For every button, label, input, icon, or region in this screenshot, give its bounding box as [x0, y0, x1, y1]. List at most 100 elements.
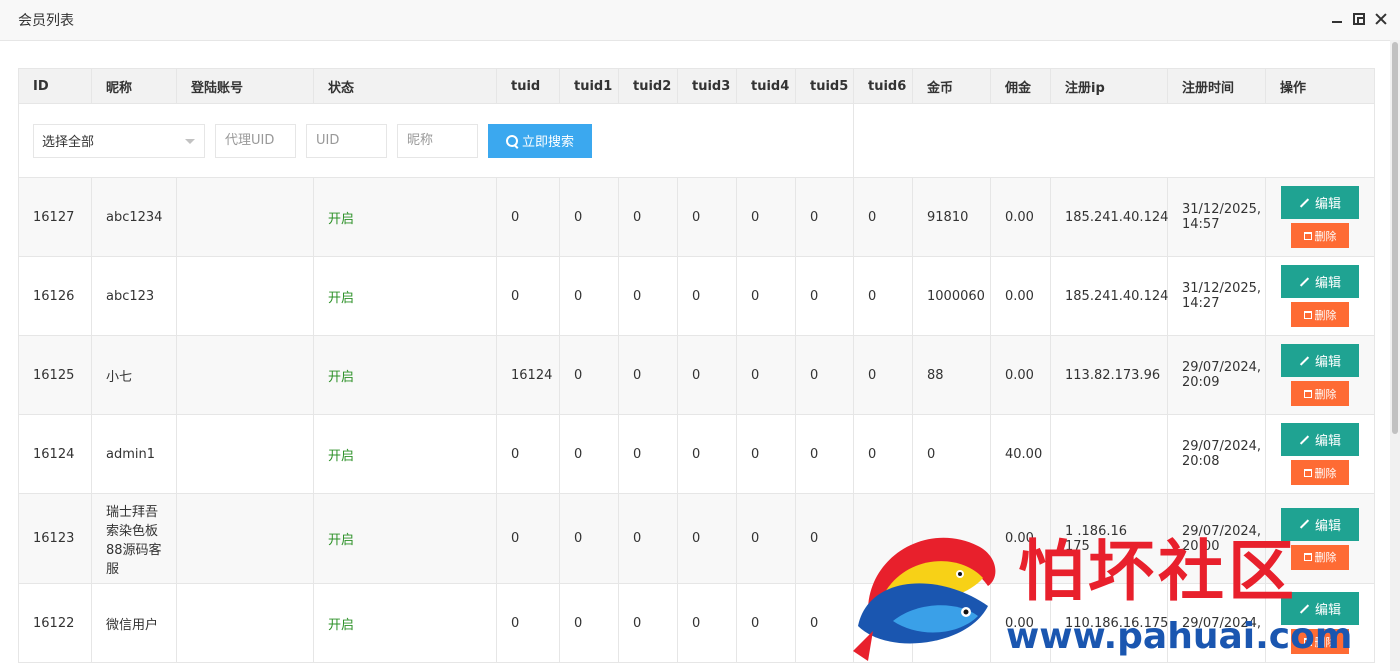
filter-select[interactable]: 选择全部	[33, 123, 205, 158]
pencil-icon	[1299, 519, 1310, 529]
edit-button[interactable]: 编辑	[1281, 592, 1359, 625]
cell-tuid1: 0	[559, 335, 619, 415]
cell-tuid6	[853, 583, 913, 663]
cell-commission: 0.00	[990, 335, 1051, 415]
cell-ip	[1050, 414, 1168, 494]
row-actions: 编辑 删除	[1280, 265, 1360, 327]
edit-button[interactable]: 编辑	[1281, 265, 1359, 298]
cell-account	[176, 493, 314, 584]
cell-tuid4: 0	[736, 177, 796, 257]
cell-coins: 0	[912, 414, 991, 494]
cell-id: 16126	[18, 256, 92, 336]
cell-tuid1: 0	[559, 414, 619, 494]
cell-tuid6: 0	[853, 256, 913, 336]
row-actions: 编辑 删除	[1280, 507, 1360, 570]
cell-tuid6: 0	[853, 177, 913, 257]
delete-button[interactable]: 删除	[1291, 223, 1349, 248]
cell-status: 开启	[313, 177, 497, 257]
edit-button[interactable]: 编辑	[1281, 344, 1359, 377]
cell-ip: 185.241.40.124	[1050, 177, 1168, 257]
edit-button-label: 编辑	[1314, 276, 1341, 291]
cell-tuid: 0	[496, 414, 560, 494]
cell-account	[176, 583, 314, 663]
col-header: tuid5	[795, 68, 854, 104]
delete-button[interactable]: 删除	[1291, 544, 1349, 570]
trash-icon	[1303, 468, 1312, 477]
cell-id: 16122	[18, 583, 92, 663]
window-title: 会员列表	[18, 13, 74, 29]
col-header: ID	[18, 68, 92, 104]
uid-input[interactable]	[306, 123, 387, 158]
cell-tuid1: 0	[559, 256, 619, 336]
pencil-icon	[1299, 355, 1310, 366]
cell-time: 31/12/2025, 14:57	[1167, 177, 1266, 257]
cell-status: 开启	[313, 256, 497, 336]
cell-tuid1: 0	[559, 583, 619, 663]
edit-button-label: 编辑	[1314, 434, 1341, 449]
table-row: 16124 admin1 开启 0 0 0 0 0 0 0 0 40.00 29/07/2024, 20…	[18, 414, 1375, 494]
cell-account	[176, 256, 314, 336]
cell-tuid4: 0	[736, 256, 796, 336]
delete-button-label: 删除	[1314, 229, 1337, 243]
table-row: 16126 abc123 开启 0 0 0 0 0 0 0 1000060 0.00 185.241.4…	[18, 256, 1375, 336]
trash-icon	[1303, 553, 1312, 561]
trash-icon	[1303, 637, 1312, 646]
edit-button[interactable]: 编辑	[1281, 507, 1359, 541]
trash-icon	[1303, 389, 1312, 398]
scrollbar-thumb[interactable]	[1392, 42, 1398, 434]
cell-coins	[912, 583, 991, 663]
title-bar: 会员列表	[0, 0, 1400, 41]
cell-ip: 1 .186.16 175	[1050, 493, 1168, 584]
cell-tuid5: 0	[795, 256, 854, 336]
cell-nickname: 小七	[91, 335, 177, 415]
cell-tuid: 16124	[496, 335, 560, 415]
cell-status: 开启	[313, 414, 497, 494]
cell-tuid5: 0	[795, 177, 854, 257]
cell-tuid5: 0	[795, 493, 854, 584]
cell-tuid2: 0	[618, 177, 678, 257]
delete-button-label: 删除	[1314, 308, 1337, 322]
cell-account	[176, 414, 314, 494]
delete-button[interactable]: 删除	[1291, 460, 1349, 485]
search-button[interactable]: 立即搜索	[488, 123, 592, 158]
cell-coins: 91810	[912, 177, 991, 257]
cell-tuid6: 0	[853, 414, 913, 494]
delete-button[interactable]: 删除	[1291, 302, 1349, 327]
maximize-icon[interactable]	[1353, 13, 1365, 25]
col-header: 注册时间	[1167, 68, 1266, 104]
col-header: tuid1	[559, 68, 619, 104]
edit-button[interactable]: 编辑	[1281, 423, 1359, 456]
col-header: tuid	[496, 68, 560, 104]
window-controls	[1330, 12, 1388, 26]
cell-id: 16127	[18, 177, 92, 257]
trash-icon	[1303, 231, 1312, 240]
col-header: tuid4	[736, 68, 796, 104]
col-header: 佣金	[990, 68, 1051, 104]
agent-uid-input[interactable]	[215, 123, 296, 158]
search-bar: 选择全部 立即搜索	[33, 123, 853, 158]
table-row: 16127 abc1234 开启 0 0 0 0 0 0 0 91810 0.00 185.241.40…	[18, 177, 1375, 257]
vertical-scrollbar[interactable]	[1390, 40, 1400, 671]
edit-button[interactable]: 编辑	[1281, 186, 1359, 219]
delete-button[interactable]: 删除	[1291, 629, 1349, 654]
edit-button-label: 编辑	[1314, 197, 1341, 212]
close-icon[interactable]	[1374, 12, 1388, 26]
filter-select-value: 选择全部	[42, 135, 95, 150]
delete-button[interactable]: 删除	[1291, 381, 1349, 406]
cell-tuid3: 0	[677, 583, 737, 663]
cell-account	[176, 177, 314, 257]
nickname-input[interactable]	[397, 123, 478, 158]
cell-tuid4: 0	[736, 414, 796, 494]
edit-button-label: 编辑	[1314, 603, 1341, 618]
cell-ip: 110.186.16.175	[1050, 583, 1168, 663]
cell-account	[176, 335, 314, 415]
cell-commission: 0.00	[990, 256, 1051, 336]
cell-nickname: 瑞士拜吾索染色板88源码客服	[91, 493, 177, 584]
delete-button-label: 删除	[1314, 466, 1337, 480]
cell-tuid3: 0	[677, 335, 737, 415]
cell-nickname: abc123	[91, 256, 177, 336]
cell-nickname: 微信用户	[91, 583, 177, 663]
cell-tuid3: 0	[677, 493, 737, 584]
chevron-down-icon	[185, 138, 195, 144]
minimize-icon[interactable]	[1330, 12, 1344, 26]
